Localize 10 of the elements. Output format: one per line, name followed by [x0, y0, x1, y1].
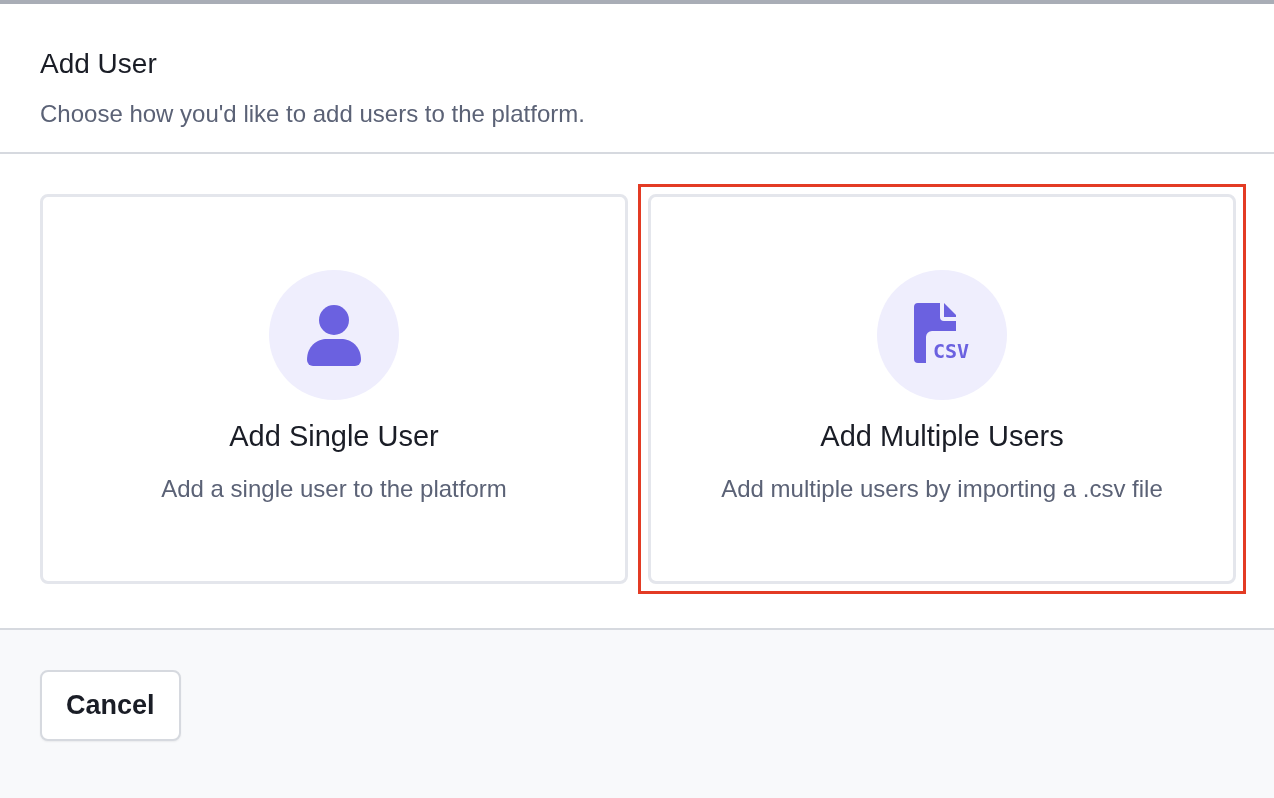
user-icon [307, 303, 361, 366]
card-title: Add Single User [229, 419, 439, 453]
option-card[interactable]: Add Single User Add a single user to the platform [40, 194, 628, 584]
dialog-subtitle: Choose how you'd like to add users to the platform. [40, 100, 586, 128]
card-title: Add Multiple Users [820, 419, 1064, 453]
option-card[interactable]: CSV Add Multiple Users Add multiple users by importing a .csv file [648, 194, 1236, 584]
card-description: Add a single user to the platform [161, 473, 507, 504]
cancel-button[interactable]: Cancel [40, 670, 181, 741]
card-description: Add multiple users by importing a .csv file [721, 473, 1163, 504]
dialog-title: Add User [40, 48, 158, 80]
